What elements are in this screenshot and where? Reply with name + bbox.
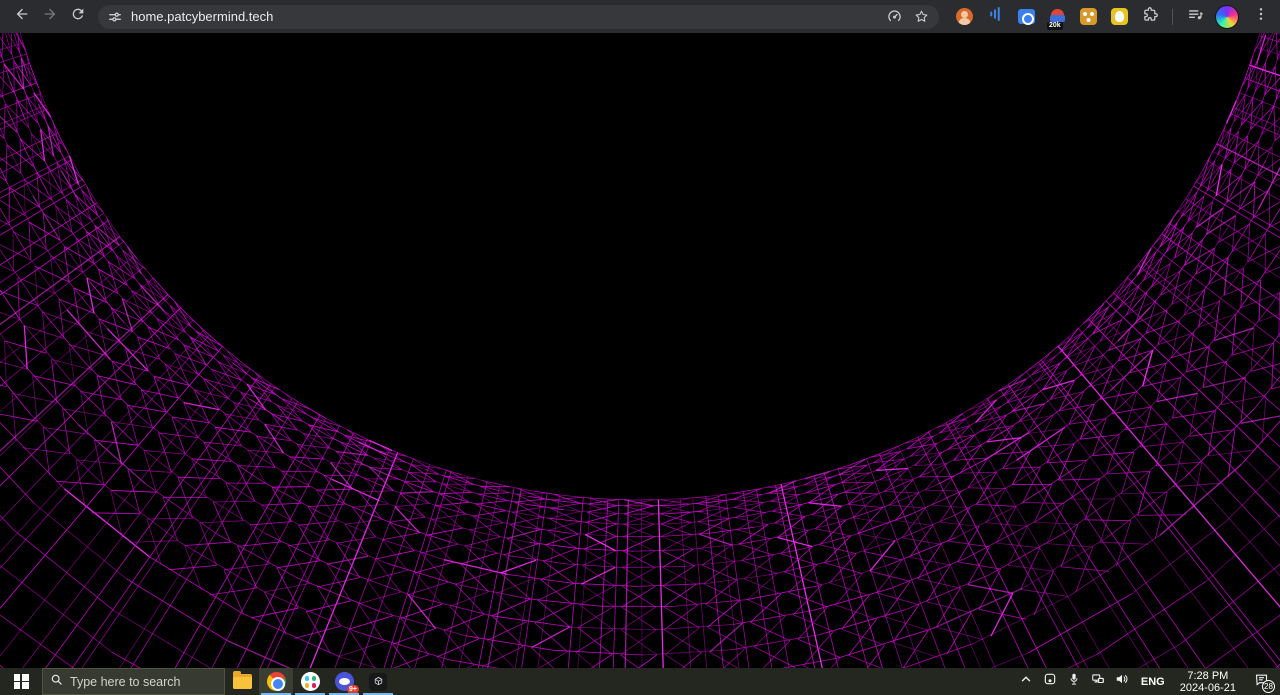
forward-icon [42, 6, 58, 27]
taskbar-slack[interactable] [293, 668, 327, 695]
taskbar-file-explorer[interactable] [225, 668, 259, 695]
extension-avatar-orange[interactable] [953, 6, 975, 28]
windows-taskbar: Type here to search 9+ [0, 668, 1280, 695]
start-button[interactable] [0, 668, 42, 695]
taskbar-dark-app[interactable] [361, 668, 395, 695]
site-settings-icon[interactable] [108, 10, 122, 24]
address-bar[interactable]: home.patcybermind.tech [98, 5, 939, 29]
clock-time: 7:28 PM [1180, 670, 1236, 682]
media-list-icon [1187, 6, 1204, 28]
extension-screenshot[interactable] [1015, 6, 1037, 28]
camera-icon [1018, 9, 1035, 24]
volume-tray-button[interactable] [1112, 668, 1132, 695]
extension-amber[interactable] [1077, 6, 1099, 28]
windows-logo-icon [14, 674, 29, 689]
performance-gauge-icon[interactable] [887, 9, 902, 24]
three-dots-icon [1253, 6, 1269, 27]
chrome-icon [267, 672, 286, 691]
notification-count-badge: 28 [1262, 680, 1275, 693]
extension-yellow[interactable] [1108, 6, 1130, 28]
extension-badge: 20k [1047, 22, 1063, 30]
desktop-screen: home.patcybermind.tech [0, 0, 1280, 695]
extensions-menu-button[interactable] [1139, 6, 1161, 28]
rounded-square-dot-icon [1043, 672, 1057, 691]
network-tray-button[interactable] [1088, 668, 1108, 695]
taskbar-search[interactable]: Type here to search [42, 668, 225, 695]
taskbar-spacer [395, 668, 1016, 695]
toolbar-separator [1172, 9, 1173, 25]
search-icon [50, 673, 63, 691]
back-icon [14, 6, 30, 27]
puzzle-piece-icon [1142, 6, 1159, 28]
ethernet-network-icon [1091, 672, 1105, 691]
reload-icon [70, 6, 86, 27]
browser-menu-button[interactable] [1250, 6, 1272, 28]
tray-app-button[interactable] [1040, 668, 1060, 695]
show-hidden-icons-button[interactable] [1016, 668, 1036, 695]
slack-icon [301, 672, 320, 691]
extension-with-badge[interactable]: 20k [1046, 6, 1068, 28]
url-text[interactable]: home.patcybermind.tech [131, 9, 273, 24]
microphone-tray-button[interactable] [1064, 668, 1084, 695]
string-art-pattern [0, 33, 1280, 668]
clock[interactable]: 7:28 PM 2024-06-21 [1174, 670, 1242, 694]
folder-icon [233, 674, 252, 689]
taskbar-discord[interactable]: 9+ [327, 668, 361, 695]
reload-button[interactable] [64, 3, 92, 31]
microphone-icon [1067, 672, 1081, 691]
bookmark-star-icon[interactable] [914, 9, 929, 24]
cube-app-icon [369, 673, 387, 691]
browser-toolbar: home.patcybermind.tech [0, 0, 1280, 33]
webpage-content [0, 33, 1280, 668]
extension-read-aloud[interactable] [984, 6, 1006, 28]
speaker-icon [1115, 672, 1129, 691]
extensions-area: 20k [953, 5, 1272, 29]
system-tray: ENG 7:28 PM 2024-06-21 28 [1016, 668, 1280, 695]
taskbar-chrome[interactable] [259, 668, 293, 695]
notification-center-button[interactable]: 28 [1246, 668, 1276, 695]
clock-date: 2024-06-21 [1180, 682, 1236, 694]
chevron-up-icon [1019, 672, 1033, 691]
search-placeholder: Type here to search [70, 675, 180, 689]
media-controls-button[interactable] [1184, 6, 1206, 28]
sound-waves-icon [986, 5, 1004, 28]
back-button[interactable] [8, 3, 36, 31]
discord-notification-badge: 9+ [347, 685, 359, 694]
yellow-blob-icon [1111, 8, 1128, 25]
language-indicator[interactable]: ENG [1136, 676, 1170, 688]
amber-dots-icon [1080, 8, 1097, 25]
profile-avatar[interactable] [1215, 5, 1239, 29]
orange-person-icon [956, 8, 973, 25]
forward-button[interactable] [36, 3, 64, 31]
